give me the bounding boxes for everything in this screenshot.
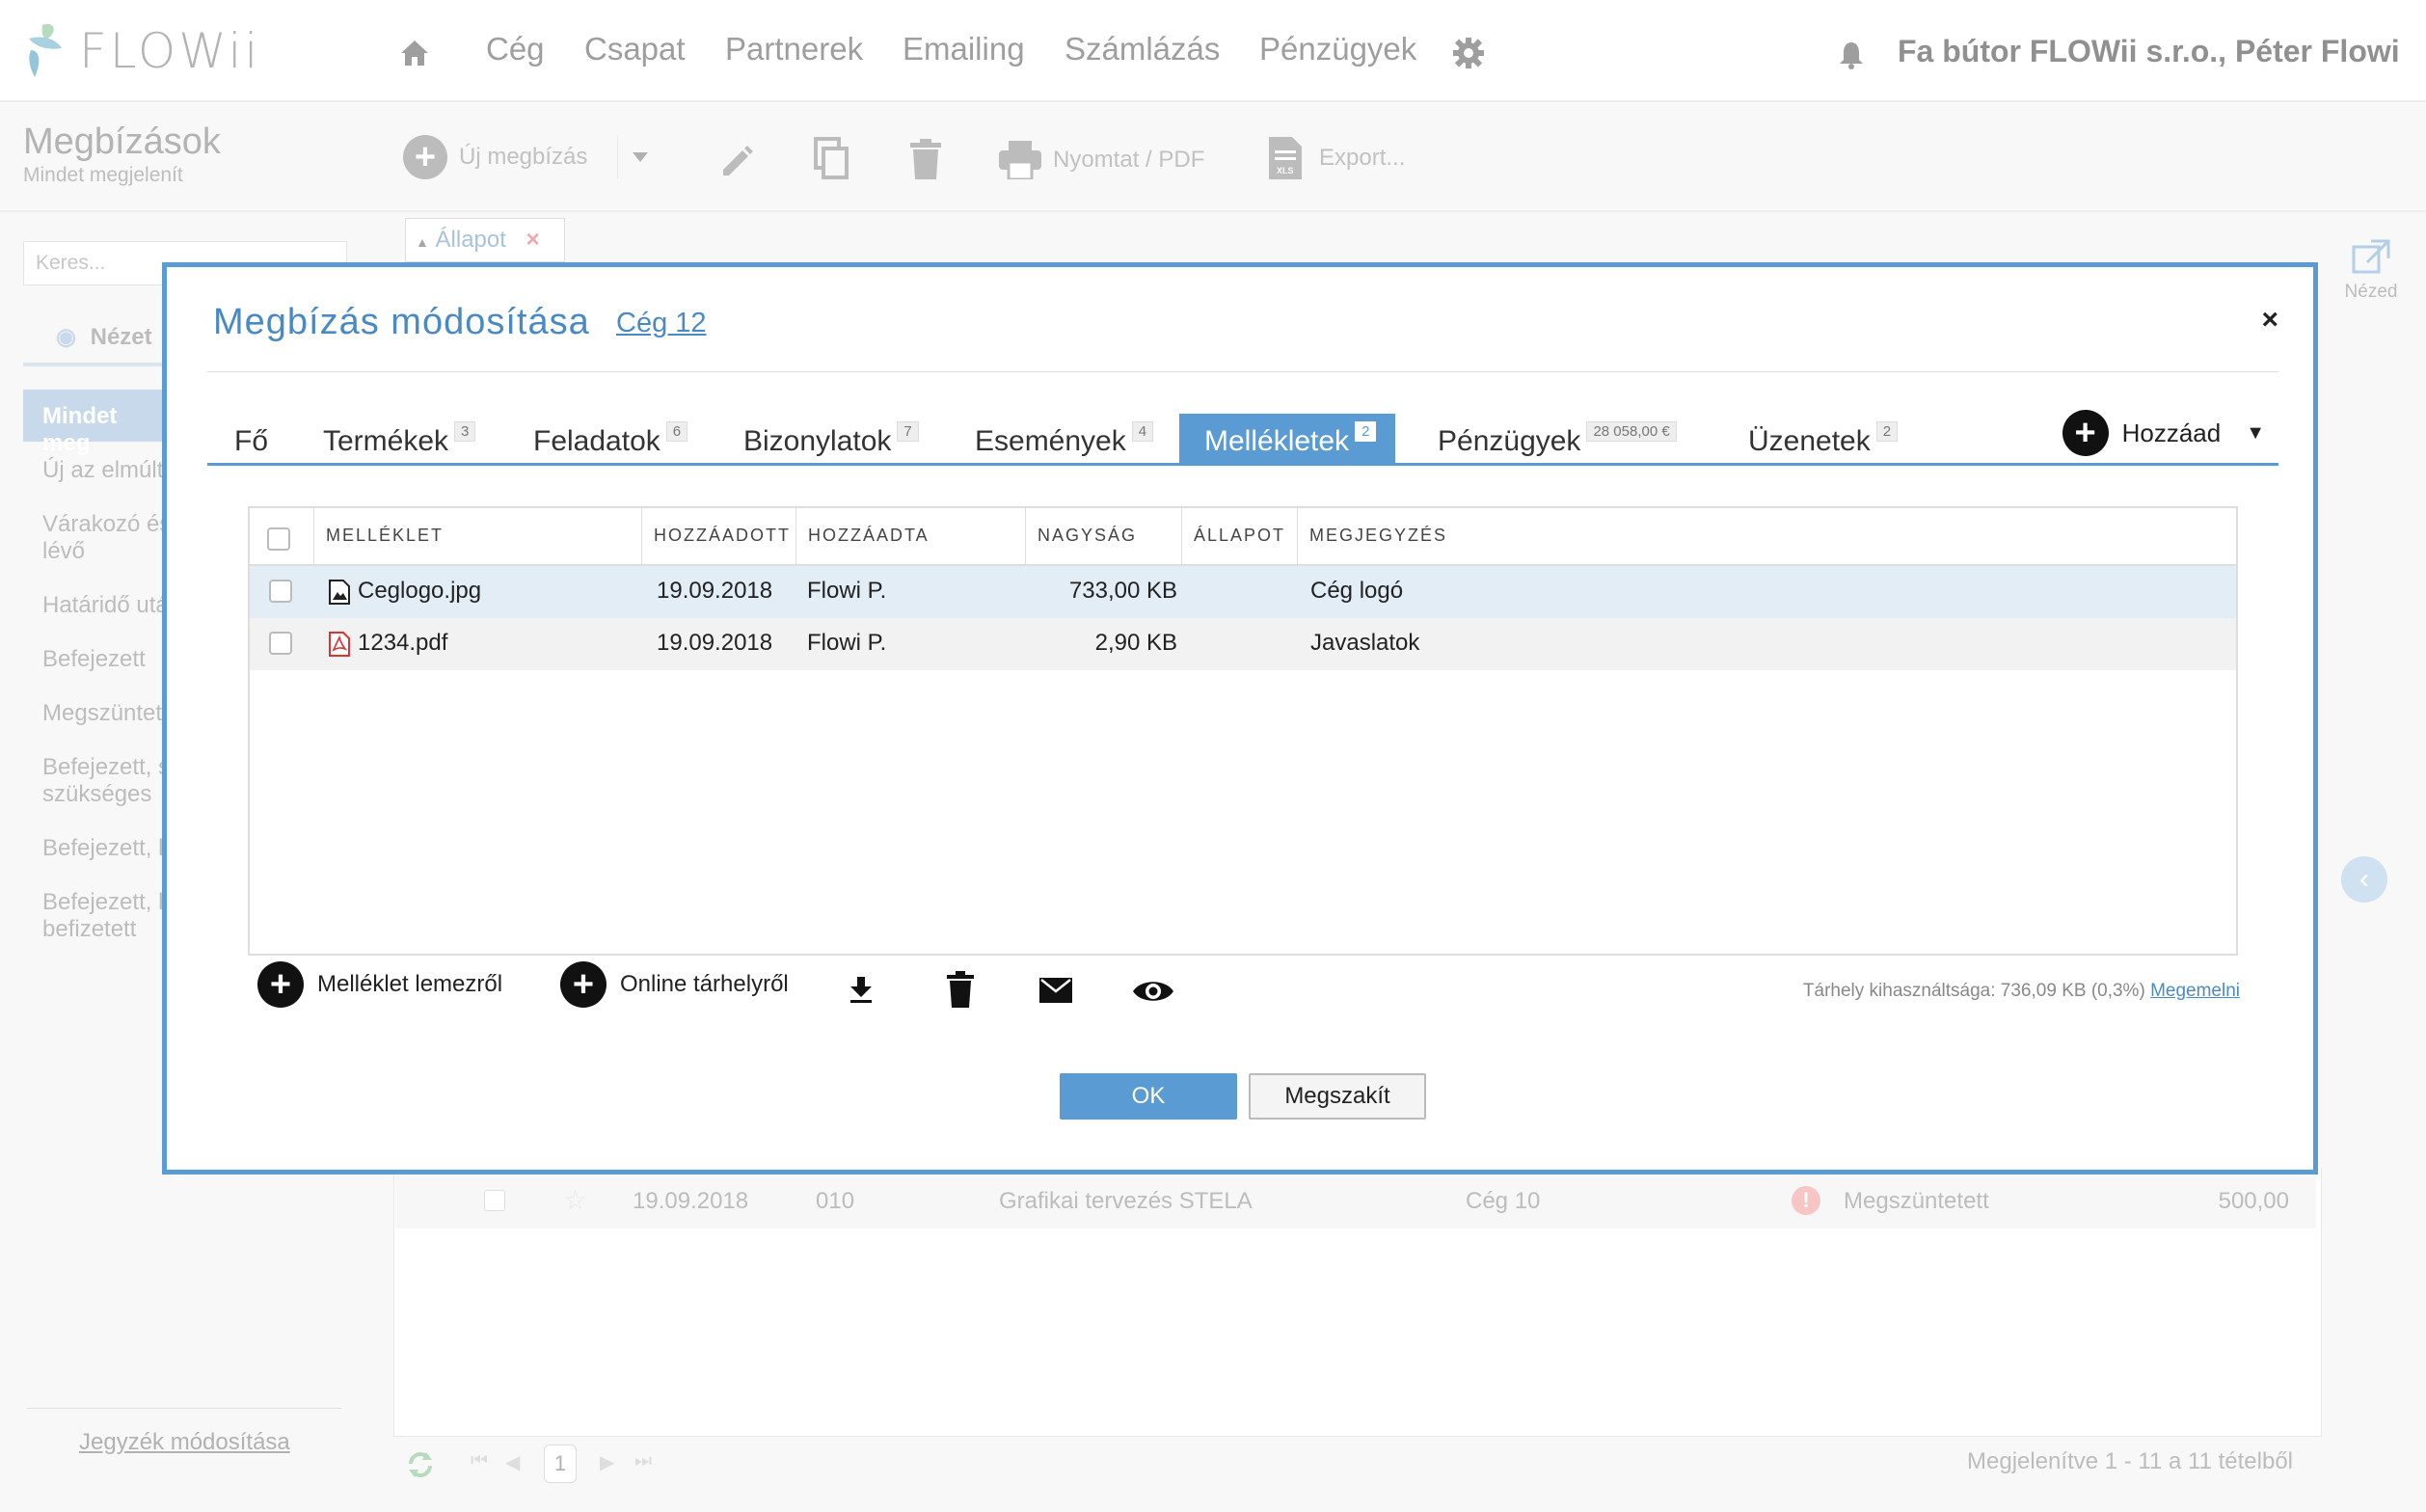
plus-circle-icon: + — [2062, 410, 2109, 456]
column-header-status[interactable]: ÁLLAPOT — [1181, 508, 1297, 564]
tab-documents[interactable]: Bizonylatok 7 — [743, 414, 919, 463]
attach-from-disk-button[interactable]: + Melléklet lemezről — [257, 961, 502, 1008]
storage-usage: Tárhely kihasználtsága: 736,09 KB (0,3%)… — [1803, 981, 2240, 1002]
column-header-added[interactable]: HOZZÁADOTT — [641, 508, 795, 564]
file-size: 2,90 KB — [1094, 630, 1177, 656]
download-icon[interactable] — [848, 975, 875, 1004]
tab-attachments[interactable]: Mellékletek 2 — [1179, 414, 1396, 463]
ok-button[interactable]: OK — [1060, 1073, 1237, 1120]
storage-usage-text: Tárhely kihasználtsága: 736,09 KB (0,3%) — [1802, 981, 2145, 1001]
image-file-icon — [329, 580, 350, 605]
tab-label: Bizonylatok — [743, 425, 892, 457]
email-envelope-icon[interactable] — [1038, 977, 1073, 1004]
edit-order-modal: Megbízás módosítása Cég 12 × Fő Termékek… — [162, 262, 2318, 1174]
increase-storage-link[interactable]: Megemelni — [2150, 981, 2240, 1001]
file-note: Cég logó — [1310, 578, 1404, 604]
file-name[interactable]: Ceglogo.jpg — [358, 578, 481, 605]
tab-label: Fő — [234, 425, 269, 457]
tab-events[interactable]: Események 4 — [975, 414, 1154, 463]
table-row[interactable]: 1234.pdf 19.09.2018 Flowi P. 2,90 KB Jav… — [250, 618, 2236, 670]
plus-circle-icon: + — [560, 961, 606, 1008]
column-header-added-by[interactable]: HOZZÁADTA — [795, 508, 1025, 564]
eye-preview-icon[interactable] — [1131, 977, 1175, 1006]
added-by: Flowi P. — [807, 578, 887, 604]
table-row[interactable]: Ceglogo.jpg 19.09.2018 Flowi P. 733,00 K… — [250, 566, 2236, 618]
delete-trash-icon[interactable] — [946, 971, 975, 1008]
add-dropdown-button[interactable]: + Hozzáad ▼ — [2062, 410, 2265, 456]
tab-label: Üzenetek — [1748, 425, 1871, 457]
tab-products[interactable]: Termékek 3 — [323, 414, 476, 463]
tab-badge: 6 — [665, 421, 688, 442]
tab-label: Feladatok — [533, 425, 660, 457]
tab-badge: 2 — [1355, 421, 1377, 442]
row-checkbox[interactable] — [269, 580, 292, 603]
tab-label: Termékek — [323, 425, 449, 457]
tab-main[interactable]: Fő — [234, 414, 268, 463]
tab-label: Pénzügyek — [1438, 425, 1581, 457]
table-header: MELLÉKLET HOZZÁADOTT HOZZÁADTA NAGYSÁG Á… — [250, 508, 2236, 566]
column-header-note[interactable]: MEGJEGYZÉS — [1297, 508, 2236, 564]
tab-badge: 3 — [454, 421, 476, 442]
tab-badge: 7 — [897, 421, 919, 442]
file-note: Javaslatok — [1310, 630, 1420, 656]
modal-tabs: Fő Termékek 3 Feladatok 6 Bizonylatok 7 Ese… — [207, 410, 2278, 466]
attach-from-online-button[interactable]: + Online tárhelyről — [560, 961, 789, 1008]
select-all-checkbox[interactable] — [267, 527, 290, 551]
tab-label: Mellékletek — [1204, 425, 1350, 457]
file-size: 733,00 KB — [1068, 578, 1177, 604]
attach-from-disk-label: Melléklet lemezről — [317, 971, 503, 997]
add-label: Hozzáad — [2121, 418, 2222, 447]
plus-circle-icon: + — [257, 961, 304, 1008]
row-checkbox[interactable] — [269, 632, 292, 655]
tab-badge: 2 — [1875, 421, 1899, 442]
added-date: 19.09.2018 — [657, 578, 773, 604]
close-icon[interactable]: × — [2261, 304, 2278, 337]
chevron-down-icon: ▼ — [2246, 421, 2265, 444]
column-header-attachment[interactable]: MELLÉKLET — [313, 508, 641, 564]
attachment-actions: + Melléklet lemezről + Online tárhelyről… — [257, 961, 2244, 1019]
file-name[interactable]: 1234.pdf — [358, 630, 447, 657]
modal-title: Megbízás módosítása — [213, 302, 590, 342]
added-date: 19.09.2018 — [657, 630, 773, 656]
tab-tasks[interactable]: Feladatok 6 — [533, 414, 688, 463]
modal-divider — [207, 371, 2278, 372]
attach-from-online-label: Online tárhelyről — [620, 971, 789, 997]
column-header-size[interactable]: NAGYSÁG — [1025, 508, 1181, 564]
modal-company-link[interactable]: Cég 12 — [616, 308, 707, 339]
tab-badge: 28 058,00 € — [1586, 421, 1677, 442]
attachments-table: MELLÉKLET HOZZÁADOTT HOZZÁADTA NAGYSÁG Á… — [248, 506, 2238, 956]
added-by: Flowi P. — [807, 630, 887, 656]
tab-finances[interactable]: Pénzügyek 28 058,00 € — [1438, 414, 1677, 463]
pdf-file-icon — [329, 632, 350, 657]
tab-label: Események — [975, 425, 1126, 457]
cancel-button[interactable]: Megszakít — [1249, 1073, 1426, 1120]
tab-messages[interactable]: Üzenetek 2 — [1748, 414, 1899, 463]
tab-badge: 4 — [1131, 421, 1154, 442]
